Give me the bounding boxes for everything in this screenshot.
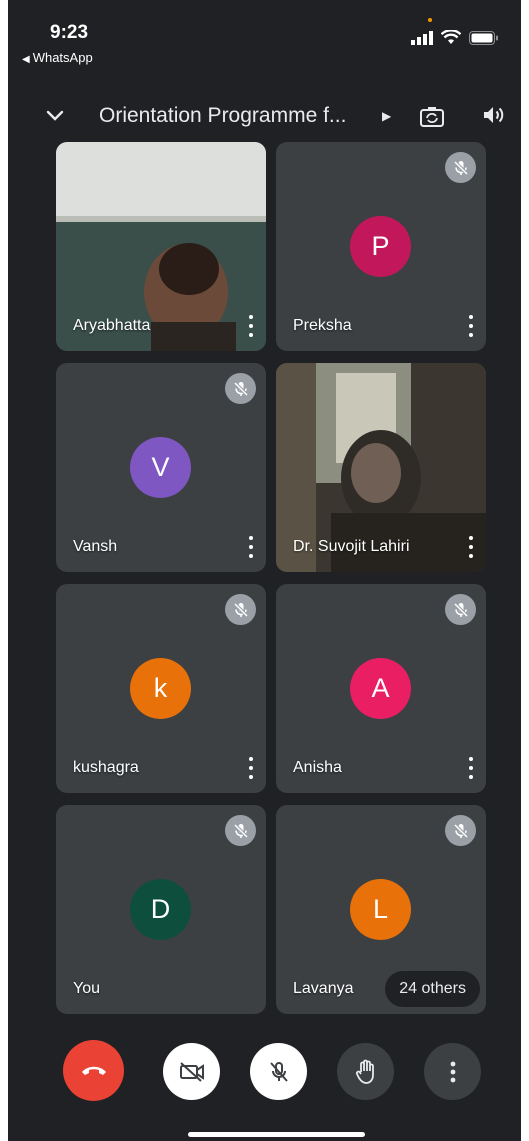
participant-tile-kushagra[interactable]: k kushagra — [56, 584, 266, 793]
participant-name: kushagra — [73, 759, 139, 776]
switch-camera-button[interactable] — [419, 105, 445, 134]
mic-off-icon — [225, 815, 256, 846]
avatar: D — [130, 879, 191, 940]
call-controls — [8, 1040, 521, 1110]
status-time: 9:23 — [50, 22, 89, 43]
status-bar: 9:23 ◀ WhatsApp — [8, 0, 521, 80]
participant-name: Lavanya — [293, 980, 354, 997]
participant-tile-preksha[interactable]: P Preksha — [276, 142, 486, 351]
avatar: A — [350, 658, 411, 719]
more-options-button[interactable] — [424, 1043, 481, 1100]
mic-off-icon — [445, 815, 476, 846]
end-call-button[interactable] — [63, 1040, 124, 1101]
camera-off-button[interactable] — [163, 1043, 220, 1100]
participant-name: You — [73, 980, 100, 997]
participant-name: Vansh — [73, 538, 118, 555]
more-vert-icon — [450, 1061, 455, 1082]
mic-off-icon — [445, 594, 476, 625]
mic-off-icon — [445, 152, 476, 183]
mic-off-icon — [269, 1061, 288, 1082]
back-triangle-icon: ◀ — [22, 54, 30, 65]
participant-tile-vansh[interactable]: V Vansh — [56, 363, 266, 572]
more-vert-icon[interactable] — [468, 315, 474, 337]
audio-output-button[interactable] — [482, 104, 506, 131]
meeting-header: Orientation Programme f... ▶ — [8, 96, 521, 140]
end-call-icon — [81, 1066, 106, 1075]
meeting-info-arrow-icon[interactable]: ▶ — [382, 109, 391, 123]
wifi-icon — [441, 30, 461, 44]
avatar: P — [350, 216, 411, 277]
participant-name: Dr. Suvojit Lahiri — [293, 538, 410, 555]
avatar: L — [350, 879, 411, 940]
status-icons — [411, 30, 499, 45]
raise-hand-button[interactable] — [337, 1043, 394, 1100]
back-to-app-link[interactable]: ◀ WhatsApp — [22, 50, 93, 65]
raise-hand-icon — [355, 1059, 374, 1084]
mic-off-icon — [225, 373, 256, 404]
back-app-label: WhatsApp — [32, 50, 93, 65]
participant-tile-dr-suvojit-lahiri[interactable]: Dr. Suvojit Lahiri — [276, 363, 486, 572]
participant-tile-you[interactable]: D You — [56, 805, 266, 1014]
more-vert-icon[interactable] — [248, 536, 254, 558]
more-vert-icon[interactable] — [248, 315, 254, 337]
more-vert-icon[interactable] — [248, 757, 254, 779]
participant-name: Aryabhatta — [73, 317, 151, 334]
more-vert-icon[interactable] — [468, 536, 474, 558]
chevron-down-icon — [46, 110, 64, 121]
switch-camera-icon — [420, 107, 444, 127]
participant-tile-aryabhatta[interactable]: Aryabhatta — [56, 142, 266, 351]
battery-icon — [469, 30, 498, 45]
others-count-badge[interactable]: 24 others — [385, 971, 480, 1007]
meeting-title[interactable]: Orientation Programme f... — [99, 104, 346, 128]
camera-off-icon — [179, 1061, 204, 1082]
participant-name: Preksha — [293, 317, 352, 334]
avatar: k — [130, 658, 191, 719]
mic-in-use-indicator — [428, 18, 432, 22]
mic-off-icon — [225, 594, 256, 625]
collapse-button[interactable] — [44, 104, 66, 131]
signal-icon — [411, 30, 433, 45]
participant-name: Anisha — [293, 759, 342, 776]
participant-tile-lavanya[interactable]: L Lavanya 24 others — [276, 805, 486, 1014]
home-indicator[interactable] — [188, 1132, 365, 1137]
more-vert-icon[interactable] — [468, 757, 474, 779]
speaker-icon — [484, 107, 504, 123]
phone-screen: 9:23 ◀ WhatsApp Orientation Programme f.… — [8, 0, 521, 1141]
participant-tile-anisha[interactable]: A Anisha — [276, 584, 486, 793]
avatar: V — [130, 437, 191, 498]
mic-off-button[interactable] — [250, 1043, 307, 1100]
